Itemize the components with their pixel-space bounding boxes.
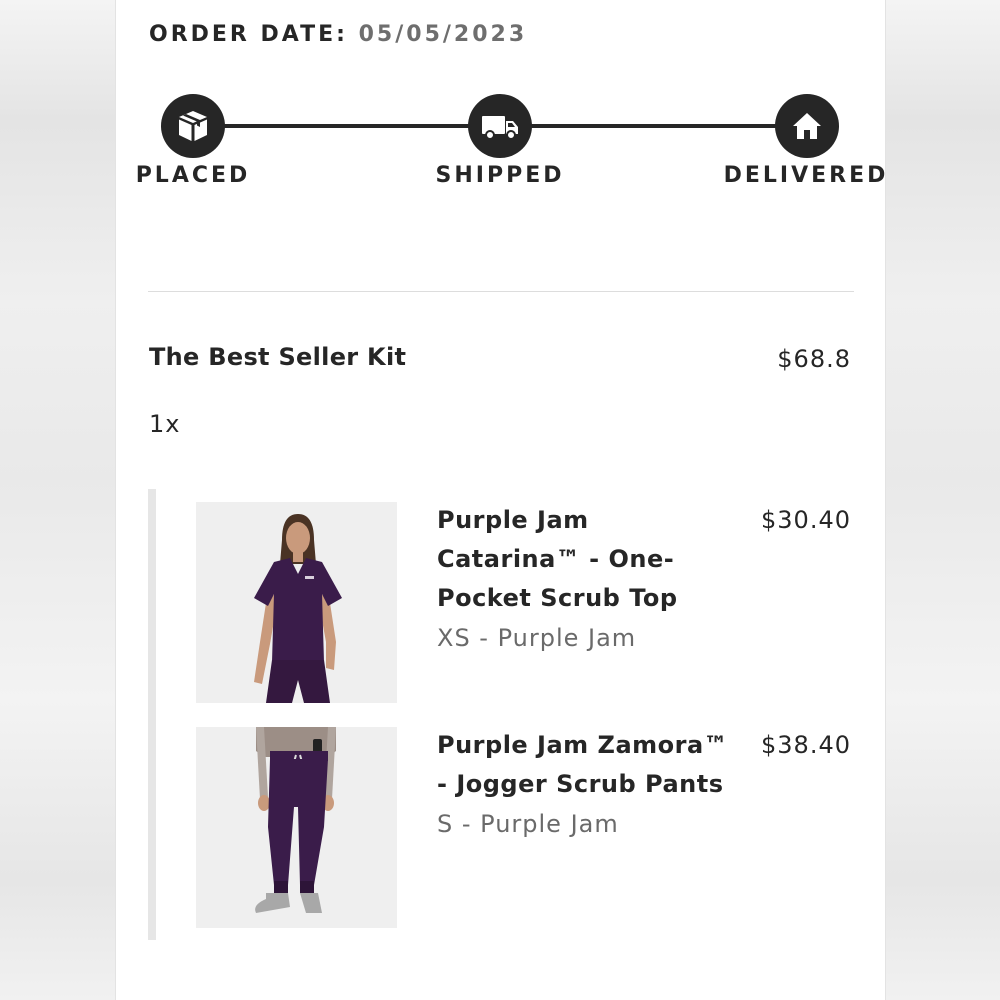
item-1-price: $30.40 xyxy=(761,506,851,534)
order-date-value: 05/05/2023 xyxy=(358,22,528,47)
item-2-variant: S - Purple Jam xyxy=(437,810,619,838)
truck-icon xyxy=(482,116,518,140)
kit-price: $68.8 xyxy=(777,345,851,373)
item-2-name-line: Purple Jam Zamora™ xyxy=(437,731,729,759)
item-1-variant: XS - Purple Jam xyxy=(437,624,637,652)
package-icon xyxy=(179,111,207,141)
kit-name: The Best Seller Kit xyxy=(149,343,407,371)
kit-items-bar xyxy=(148,489,156,940)
section-divider xyxy=(148,291,854,292)
step-shipped-circle xyxy=(468,94,532,158)
item-2-price: $38.40 xyxy=(761,731,851,759)
item-2-name-line: - Jogger Scrub Pants xyxy=(437,770,724,798)
scrub-pants-photo xyxy=(196,727,397,928)
step-delivered-label: DELIVERED xyxy=(723,163,889,188)
item-2-name[interactable]: Purple Jam Zamora™ - Jogger Scrub Pants xyxy=(437,726,728,804)
background-right xyxy=(886,0,1000,1000)
scrub-pants-image[interactable] xyxy=(196,727,397,928)
step-placed-circle xyxy=(161,94,225,158)
background-left xyxy=(0,0,115,1000)
kit-quantity: 1x xyxy=(149,410,181,438)
order-date: ORDER DATE: 05/05/2023 xyxy=(149,22,527,47)
item-1-name-line: Pocket Scrub Top xyxy=(437,584,678,612)
item-1-name[interactable]: Purple Jam Catarina™ - One- Pocket Scrub… xyxy=(437,501,678,618)
order-details-panel: ORDER DATE: 05/05/2023 PLACED SHIPPED DE… xyxy=(115,0,886,1000)
item-1-name-line: Catarina™ - One- xyxy=(437,545,675,573)
scrub-top-photo xyxy=(196,502,397,703)
order-date-label: ORDER DATE: xyxy=(149,22,348,47)
step-delivered-circle xyxy=(775,94,839,158)
step-shipped-label: SHIPPED xyxy=(435,163,565,188)
step-placed-label: PLACED xyxy=(135,163,251,188)
item-1-name-line: Purple Jam xyxy=(437,506,589,534)
scrub-top-image[interactable] xyxy=(196,502,397,703)
home-icon xyxy=(793,113,821,139)
